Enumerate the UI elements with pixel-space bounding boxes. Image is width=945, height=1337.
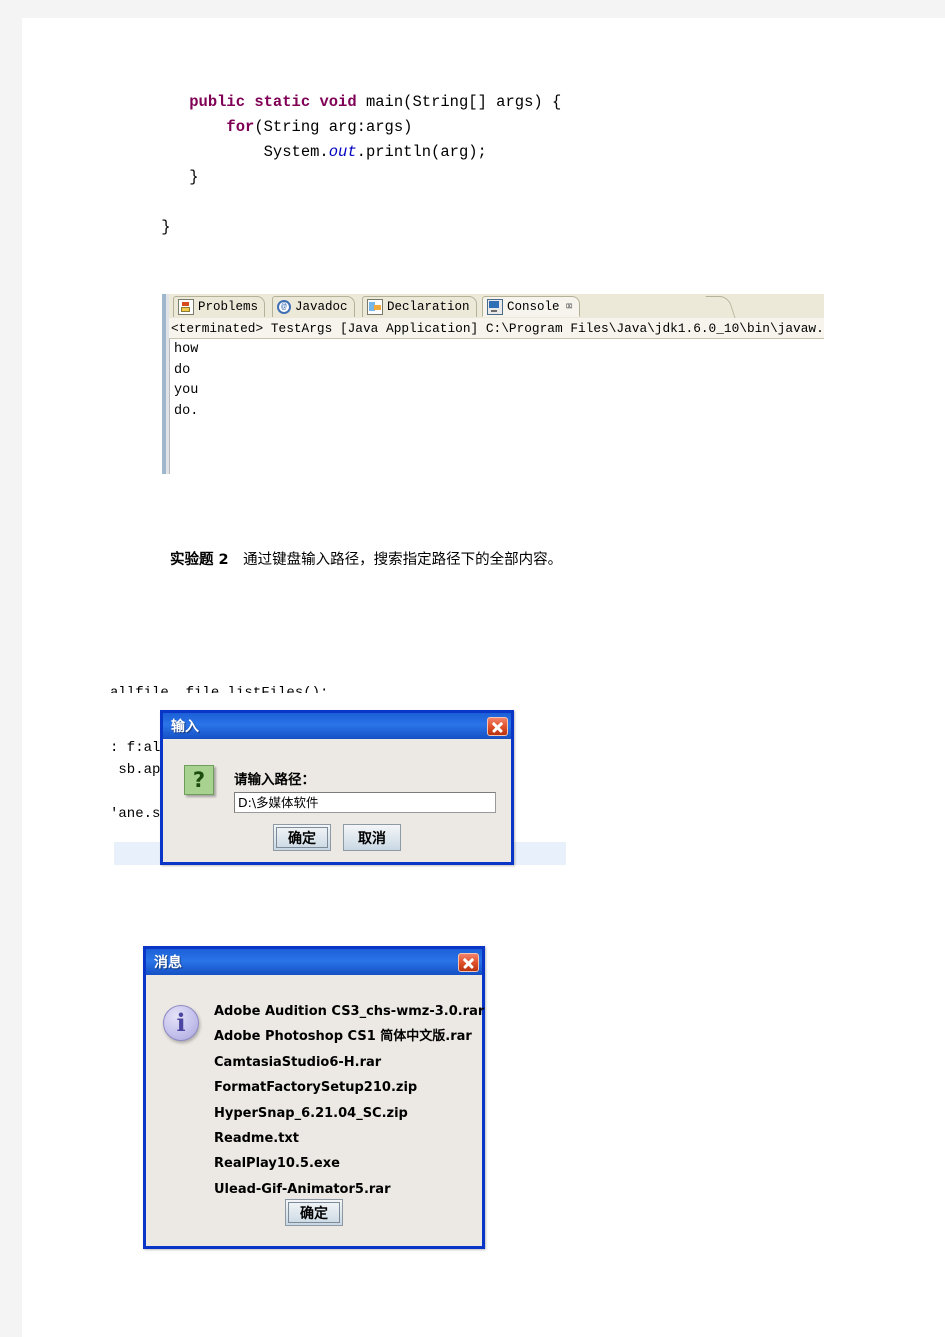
tab-problems[interactable]: Problems [173, 296, 266, 317]
eclipse-console-panel: Problems @ Javadoc Declaration Console ⌧… [162, 294, 824, 474]
file-list-item: Readme.txt [214, 1131, 300, 1147]
console-output-line: do. [174, 403, 199, 419]
input-dialog-title: 输入 [171, 719, 199, 735]
message-dialog-title: 消息 [154, 955, 182, 971]
tab-javadoc[interactable]: @ Javadoc [272, 296, 355, 317]
code-token: (String arg:args) [254, 118, 413, 136]
ok-button[interactable]: 确定 [273, 824, 331, 851]
path-input[interactable]: D:\多媒体软件 [234, 792, 496, 813]
code-token: } [152, 218, 171, 236]
snippet-clipped-line: allfile file.listFiles(); [110, 685, 329, 693]
javadoc-icon: @ [277, 300, 291, 314]
information-icon: i [163, 1005, 199, 1041]
console-launch-header: <terminated> TestArgs [Java Application]… [169, 318, 824, 339]
code-token: 'ane.s [110, 806, 161, 822]
console-output-line: you [174, 383, 199, 398]
cancel-button[interactable]: 取消 [343, 824, 401, 851]
path-prompt-label: 请输入路径： [234, 772, 315, 788]
close-icon[interactable] [458, 952, 479, 972]
code-line: public static void main(String[] args) { [152, 90, 561, 115]
code-token: main(String[] args) { [356, 93, 562, 111]
file-list-item: FormatFactorySetup210.zip [214, 1080, 418, 1096]
tab-javadoc-label: Javadoc [295, 300, 348, 314]
question-icon: ? [184, 765, 214, 795]
file-list-item: Adobe Photoshop CS1 简体中文版.rar [214, 1029, 472, 1045]
input-dialog-titlebar[interactable]: 输入 [163, 713, 511, 739]
close-icon[interactable]: ⌧ [566, 301, 573, 313]
file-list-item: HyperSnap_6.21.04_SC.zip [214, 1105, 408, 1121]
input-dialog-button-row: 确定 取消 [163, 824, 511, 851]
tab-console[interactable]: Console ⌧ [482, 296, 580, 317]
tabbar-trailing-curve [705, 296, 736, 318]
input-dialog-body: ? 请输入路径： D:\多媒体软件 确定 取消 [163, 739, 511, 862]
console-tabbar: Problems @ Javadoc Declaration Console ⌧ [169, 294, 824, 319]
file-list-item: CamtasiaStudio6-H.rar [214, 1054, 382, 1070]
code-line: for(String arg:args) [152, 115, 561, 140]
exercise-heading: 实验题 2 通过键盘输入路径，搜索指定路径下的全部内容。 [170, 548, 562, 569]
file-name-list: Adobe Audition CS3_chs-wmz-3.0.rar Adobe … [214, 999, 484, 1202]
input-path-dialog: 输入 ? 请输入路径： D:\多媒体软件 确定 取消 [160, 710, 514, 865]
ok-button[interactable]: 确定 [285, 1199, 343, 1226]
message-result-dialog: 消息 i Adobe Audition CS3_chs-wmz-3.0.rar A… [143, 946, 485, 1249]
console-output-line: how [174, 342, 199, 357]
code-token: .println(arg); [356, 143, 487, 161]
problems-icon [178, 299, 194, 315]
code-token: System. [152, 143, 329, 161]
close-icon[interactable] [487, 716, 508, 736]
java-code-block: public static void main(String[] args) {… [152, 90, 561, 240]
tab-console-label: Console [507, 299, 560, 314]
code-token: } [152, 168, 199, 186]
tab-declaration-label: Declaration [387, 300, 470, 314]
declaration-icon [367, 299, 383, 315]
code-token: public static void [189, 93, 357, 111]
console-output[interactable]: how do you do. [169, 339, 355, 474]
code-line: System.out.println(arg); [152, 140, 561, 165]
message-dialog-body: i Adobe Audition CS3_chs-wmz-3.0.rar Adob… [146, 975, 484, 1246]
code-token: for [226, 118, 255, 136]
tab-problems-label: Problems [198, 300, 259, 314]
document-page: public static void main(String[] args) {… [22, 18, 945, 1337]
tab-declaration[interactable]: Declaration [362, 296, 477, 317]
message-dialog-button-row: 确定 [146, 1199, 482, 1226]
code-line: } [152, 215, 561, 240]
code-token: out [328, 143, 357, 161]
console-icon [487, 298, 503, 315]
exercise-title: 实验题 2 [170, 552, 229, 568]
message-dialog-titlebar[interactable]: 消息 [146, 949, 482, 975]
console-output-line: do [174, 362, 191, 378]
exercise-text: 通过键盘输入路径，搜索指定路径下的全部内容。 [228, 552, 563, 568]
file-list-item: RealPlay10.5.exe [214, 1156, 340, 1172]
file-list-item: Adobe Audition CS3_chs-wmz-3.0.rar [214, 1004, 485, 1019]
code-line: } [152, 165, 561, 190]
